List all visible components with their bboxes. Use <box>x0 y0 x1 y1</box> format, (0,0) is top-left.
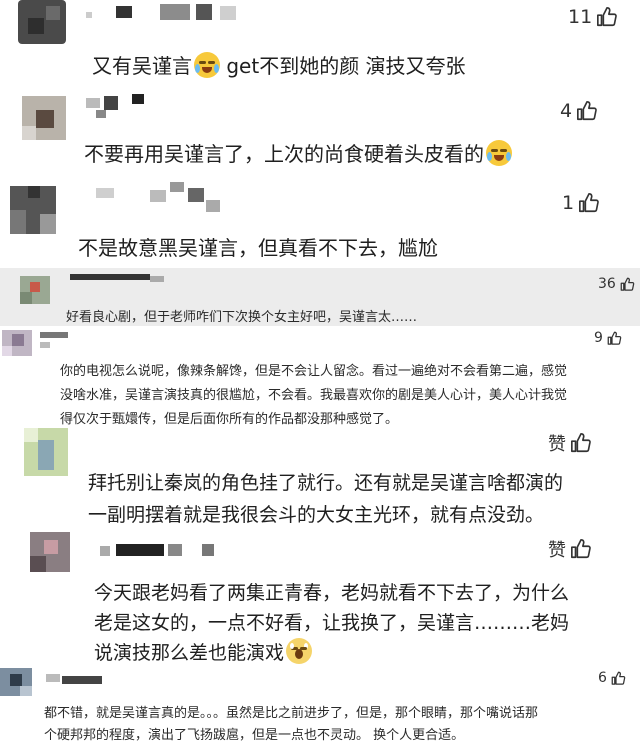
username-mosaic[interactable] <box>46 674 60 682</box>
avatar[interactable] <box>2 330 32 356</box>
comment-7: 赞 今天跟老妈看了两集正青春，老妈就看不下去了，为什么 老是这女的，一点不好看，… <box>0 530 640 664</box>
comment-text-line: 你的电视怎么说呢，像辣条解馋，但是不会让人留念。看过一遍绝对不会看第二遍，感觉 <box>60 364 568 379</box>
username-mosaic[interactable] <box>70 274 150 280</box>
username-mosaic[interactable] <box>96 188 114 198</box>
thumbs-up-icon[interactable] <box>596 6 618 28</box>
comment-text-line: 拜托别让秦岚的角色挂了就行。还有就是吴谨言啥都演的 <box>88 472 564 494</box>
thumbs-up-icon[interactable] <box>611 671 626 686</box>
avatar[interactable] <box>18 0 66 44</box>
comment-text-line: 没啥水准，吴谨言演技真的很尴尬，不会看。我最喜欢你的剧是美人心计，美人心计我觉 <box>60 388 568 403</box>
crying-laugh-emoji-icon <box>486 140 512 166</box>
comment-text: 说演技那么差也能演戏 <box>94 638 313 665</box>
comment-4: 36 好看良心剧，但于老师咋们下次换个女主好吧，吴谨言太…… <box>0 268 640 326</box>
screaming-face-emoji-icon <box>286 638 313 664</box>
comment-3: 1 不是故意黑吴谨言，但真看不下去，尴尬 <box>0 180 640 268</box>
like-count[interactable]: 1 <box>562 192 600 214</box>
thumbs-up-icon[interactable] <box>607 331 622 346</box>
like-count[interactable]: 赞 <box>548 430 592 456</box>
crying-laugh-emoji-icon <box>194 52 220 78</box>
username-mosaic[interactable] <box>116 6 132 18</box>
like-count[interactable]: 赞 <box>548 536 592 562</box>
username-mosaic[interactable] <box>86 98 100 108</box>
thumbs-up-icon[interactable] <box>570 538 592 560</box>
comment-5: 9 你的电视怎么说呢，像辣条解馋，但是不会让人留念。看过一遍绝对不会看第二遍，感… <box>0 326 640 427</box>
thumbs-up-icon[interactable] <box>620 277 635 292</box>
avatar[interactable] <box>30 532 70 572</box>
comment-text-line: 都不错，就是吴谨言真的是。。。虽然是比之前进步了，但是，那个眼睛，那个嘴说话那 <box>44 706 539 721</box>
thumbs-up-icon[interactable] <box>570 432 592 454</box>
comment-text-line: 个硬邦邦的程度，演出了飞扬跋扈，但是一点也不灵动。 换个人更合适。 <box>44 728 465 743</box>
comment-text: 又有吴谨言 get不到她的颜 演技又夸张 <box>92 52 466 78</box>
avatar[interactable] <box>20 276 50 304</box>
comment-1: 11 又有吴谨言 get不到她的颜 演技又夸张 <box>0 0 640 88</box>
comment-text: 不要再用吴谨言了，上次的尚食硬着头皮看的 <box>84 138 512 167</box>
comment-text-line: 今天跟老妈看了两集正青春，老妈就看不下去了，为什么 <box>94 582 570 604</box>
comment-8: 6 都不错，就是吴谨言真的是。。。虽然是比之前进步了，但是，那个眼睛，那个嘴说话… <box>0 664 640 745</box>
like-count[interactable]: 4 <box>560 100 598 122</box>
comment-text-line: 老是这女的，一点不好看，让我换了，吴谨言………老妈 <box>94 612 570 634</box>
thumbs-up-icon[interactable] <box>576 100 598 122</box>
comment-text: 不是故意黑吴谨言，但真看不下去，尴尬 <box>78 236 438 260</box>
avatar[interactable] <box>0 668 32 696</box>
avatar[interactable] <box>10 186 56 234</box>
comment-text-line: 一副明摆着就是我很会斗的大女主光环，就有点没劲。 <box>88 504 545 526</box>
comment-6: 赞 拜托别让秦岚的角色挂了就行。还有就是吴谨言啥都演的 一副明摆着就是我很会斗的… <box>0 426 640 530</box>
comment-text: 好看良心剧，但于老师咋们下次换个女主好吧，吴谨言太…… <box>66 310 418 325</box>
like-count[interactable]: 36 <box>598 276 635 292</box>
like-count[interactable]: 6 <box>598 670 626 686</box>
like-count[interactable]: 11 <box>568 6 618 28</box>
comment-text-line: 得仅次于甄嬛传，但是后面你所有的作品都没那种感觉了。 <box>60 412 399 427</box>
thumbs-up-icon[interactable] <box>578 192 600 214</box>
like-count[interactable]: 9 <box>594 330 622 346</box>
avatar[interactable] <box>22 96 66 140</box>
username-mosaic[interactable] <box>40 332 68 338</box>
username-mosaic[interactable] <box>100 546 110 556</box>
avatar[interactable] <box>24 428 68 476</box>
comment-2: 4 不要再用吴谨言了，上次的尚食硬着头皮看的 <box>0 88 640 180</box>
